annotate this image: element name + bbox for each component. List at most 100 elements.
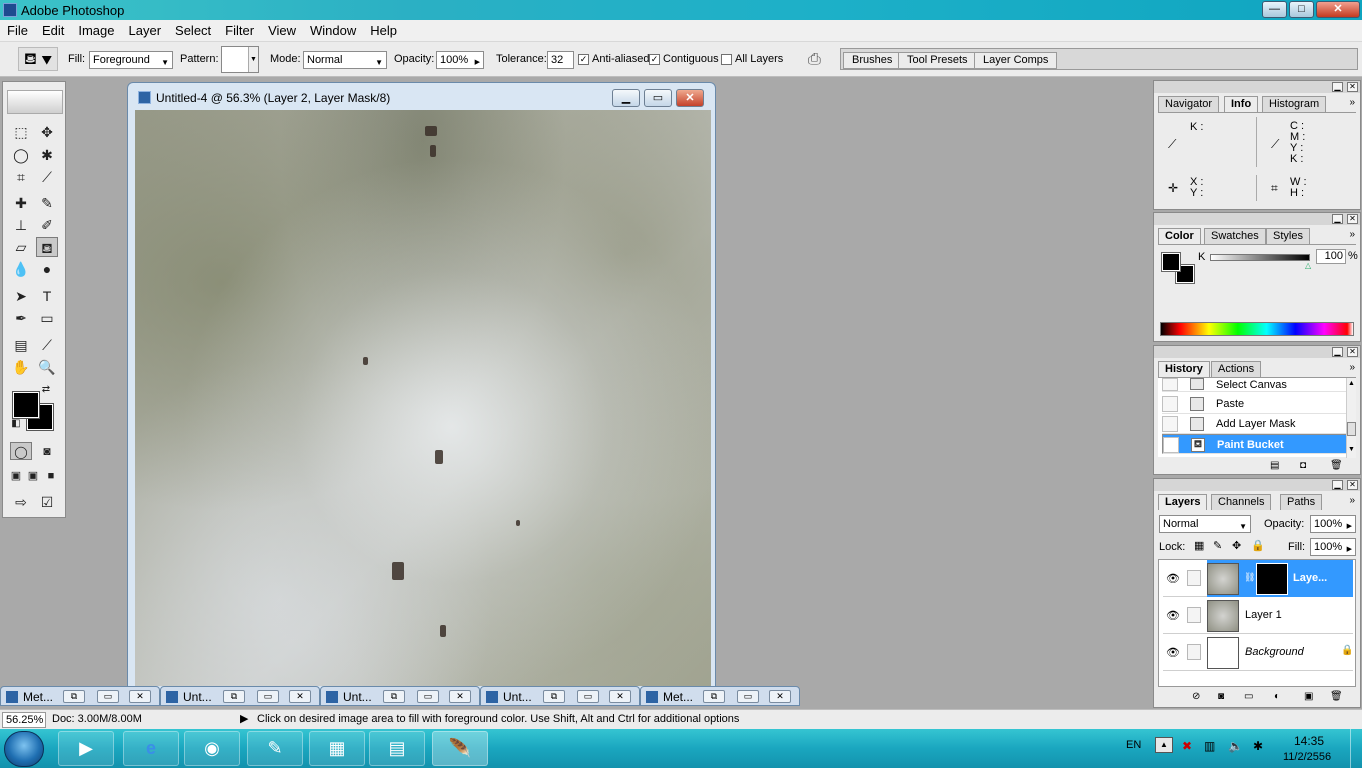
- maximize-icon[interactable]: ▭: [257, 690, 279, 703]
- palette-close-icon[interactable]: ✕: [1347, 480, 1358, 490]
- history-item[interactable]: Paste: [1162, 394, 1352, 414]
- layer-name[interactable]: Laye...: [1293, 572, 1327, 584]
- clone-stamp-tool-icon[interactable]: ⊥: [10, 215, 32, 235]
- doc-close-button[interactable]: ✕: [676, 89, 704, 107]
- palette-close-icon[interactable]: ✕: [1347, 82, 1358, 92]
- start-button[interactable]: [4, 731, 44, 767]
- tab-channels[interactable]: Channels: [1211, 494, 1272, 510]
- close-icon[interactable]: ✕: [289, 690, 311, 703]
- clock-date[interactable]: 11/2/2556: [1283, 751, 1331, 763]
- adjustment-layer-icon[interactable]: ◐: [1274, 691, 1280, 702]
- tab-actions[interactable]: Actions: [1211, 361, 1262, 377]
- chain-link-icon[interactable]: ⛓: [1244, 572, 1255, 583]
- restore-icon[interactable]: ⧉: [703, 690, 725, 703]
- volume-icon[interactable]: 🔈: [1228, 739, 1243, 753]
- trash-icon[interactable]: 🗑: [1330, 691, 1343, 702]
- mode-select[interactable]: Normal ▼: [303, 51, 387, 69]
- lock-position-icon[interactable]: ✥: [1232, 539, 1241, 552]
- chrome-icon[interactable]: ◉: [184, 731, 240, 766]
- winrar-icon[interactable]: ▦: [309, 731, 365, 766]
- history-source-box[interactable]: [1163, 437, 1179, 453]
- minimized-doc-2[interactable]: Unt... ⧉ ▭ ✕: [160, 686, 320, 706]
- quick-mask-mode-icon[interactable]: ◙: [36, 442, 58, 460]
- lock-all-icon[interactable]: 🔒: [1251, 539, 1265, 552]
- menu-file[interactable]: File: [0, 20, 35, 42]
- paint-bucket-preset-icon[interactable]: ⛾ ▾: [18, 47, 58, 71]
- palette-menu-icon[interactable]: »: [1349, 229, 1355, 240]
- well-tab-brushes[interactable]: Brushes: [843, 52, 902, 69]
- network-icon[interactable]: ▥: [1204, 739, 1215, 753]
- menu-select[interactable]: Select: [168, 20, 218, 42]
- move-tool-icon[interactable]: ✥: [36, 122, 58, 142]
- restore-icon[interactable]: ⧉: [223, 690, 245, 703]
- new-group-icon[interactable]: ▭: [1244, 691, 1253, 702]
- new-layer-icon[interactable]: ▣: [1304, 691, 1313, 702]
- layer-thumbnail[interactable]: [1207, 563, 1239, 595]
- tab-navigator[interactable]: Navigator: [1158, 96, 1220, 112]
- dodge-tool-icon[interactable]: ●: [36, 259, 58, 279]
- fill-select[interactable]: Foreground ▼: [89, 51, 173, 69]
- file-explorer-icon[interactable]: ▤: [369, 731, 425, 766]
- well-tab-layer-comps[interactable]: Layer Comps: [974, 52, 1058, 69]
- screen-mode-full-icon[interactable]: ■: [43, 468, 59, 484]
- magic-wand-tool-icon[interactable]: ✱: [36, 145, 58, 165]
- new-document-from-state-icon[interactable]: ▤: [1270, 460, 1279, 471]
- status-menu-arrow-icon[interactable]: ▶: [240, 712, 248, 725]
- blend-mode-select[interactable]: Normal ▼: [1159, 515, 1251, 533]
- palette-minimize-icon[interactable]: ▁: [1332, 347, 1343, 357]
- minimized-doc-4[interactable]: Unt... ⧉ ▭ ✕: [480, 686, 640, 706]
- palette-menu-icon[interactable]: »: [1349, 97, 1355, 108]
- chevron-right-icon[interactable]: ▶: [1347, 519, 1352, 535]
- restore-icon[interactable]: ⧉: [543, 690, 565, 703]
- minimized-doc-3[interactable]: Unt... ⧉ ▭ ✕: [320, 686, 480, 706]
- swap-colors-icon[interactable]: ⇄: [39, 384, 53, 396]
- maximize-icon[interactable]: ▭: [577, 690, 599, 703]
- doc-size-info[interactable]: Doc: 3.00M/8.00M: [52, 713, 142, 725]
- layer-mask-link-box[interactable]: [1187, 570, 1201, 586]
- brush-tool-icon[interactable]: ✎: [36, 193, 58, 213]
- menu-help[interactable]: Help: [363, 20, 404, 42]
- chevron-right-icon[interactable]: ▶: [475, 55, 480, 71]
- tab-color[interactable]: Color: [1158, 228, 1201, 244]
- new-snapshot-icon[interactable]: ◘: [1300, 460, 1306, 471]
- eraser-tool-icon[interactable]: ▱: [10, 237, 32, 257]
- language-indicator[interactable]: EN: [1126, 739, 1141, 751]
- close-icon[interactable]: ✕: [449, 690, 471, 703]
- anti-aliased-checkbox[interactable]: ✓: [578, 54, 589, 65]
- lasso-tool-icon[interactable]: ◯: [10, 145, 32, 165]
- close-icon[interactable]: ✕: [769, 690, 791, 703]
- layer-row-background[interactable]: 👁 Background 🔒: [1163, 634, 1353, 671]
- maximize-icon[interactable]: ▭: [97, 690, 119, 703]
- maximize-icon[interactable]: ▭: [737, 690, 759, 703]
- menu-layer[interactable]: Layer: [122, 20, 169, 42]
- maximize-button[interactable]: □: [1289, 1, 1314, 18]
- crop-tool-icon[interactable]: ⌗: [10, 167, 32, 187]
- tab-history[interactable]: History: [1158, 361, 1210, 377]
- history-brush-tool-icon[interactable]: ✐: [36, 215, 58, 235]
- k-slider-handle[interactable]: △: [1305, 261, 1311, 270]
- hand-tool-icon[interactable]: ✋: [10, 357, 32, 377]
- pattern-picker[interactable]: ▼: [221, 46, 259, 73]
- lock-transparent-icon[interactable]: ▦: [1194, 539, 1204, 552]
- layer-name[interactable]: Layer 1: [1245, 609, 1282, 621]
- all-layers-checkbox[interactable]: [721, 54, 732, 65]
- palette-minimize-icon[interactable]: ▁: [1332, 480, 1343, 490]
- tab-paths[interactable]: Paths: [1280, 494, 1323, 510]
- layer-opacity-input[interactable]: 100% ▶: [1310, 515, 1356, 533]
- bluetooth-icon[interactable]: ✱: [1253, 739, 1263, 753]
- scroll-thumb[interactable]: [1347, 422, 1356, 436]
- layer-row-mask[interactable]: 👁 ⛓ Laye...: [1163, 560, 1353, 597]
- media-player-icon[interactable]: ▶: [58, 731, 114, 766]
- eye-icon[interactable]: 👁: [1166, 646, 1180, 659]
- scroll-down-icon[interactable]: ▼: [1348, 446, 1355, 453]
- layer-row[interactable]: 👁 Layer 1: [1163, 597, 1353, 634]
- photoshop-taskbar-icon[interactable]: 🪶: [432, 731, 488, 766]
- layer-link-box[interactable]: [1187, 644, 1201, 660]
- feather-logo-icon[interactable]: [7, 90, 63, 114]
- foreground-color-swatch[interactable]: [12, 391, 40, 419]
- color-ramp[interactable]: [1160, 322, 1354, 336]
- palette-menu-icon[interactable]: »: [1349, 495, 1355, 506]
- layer-thumbnail[interactable]: [1207, 600, 1239, 632]
- close-icon[interactable]: ✕: [609, 690, 631, 703]
- layer-fill-input[interactable]: 100% ▶: [1310, 538, 1356, 556]
